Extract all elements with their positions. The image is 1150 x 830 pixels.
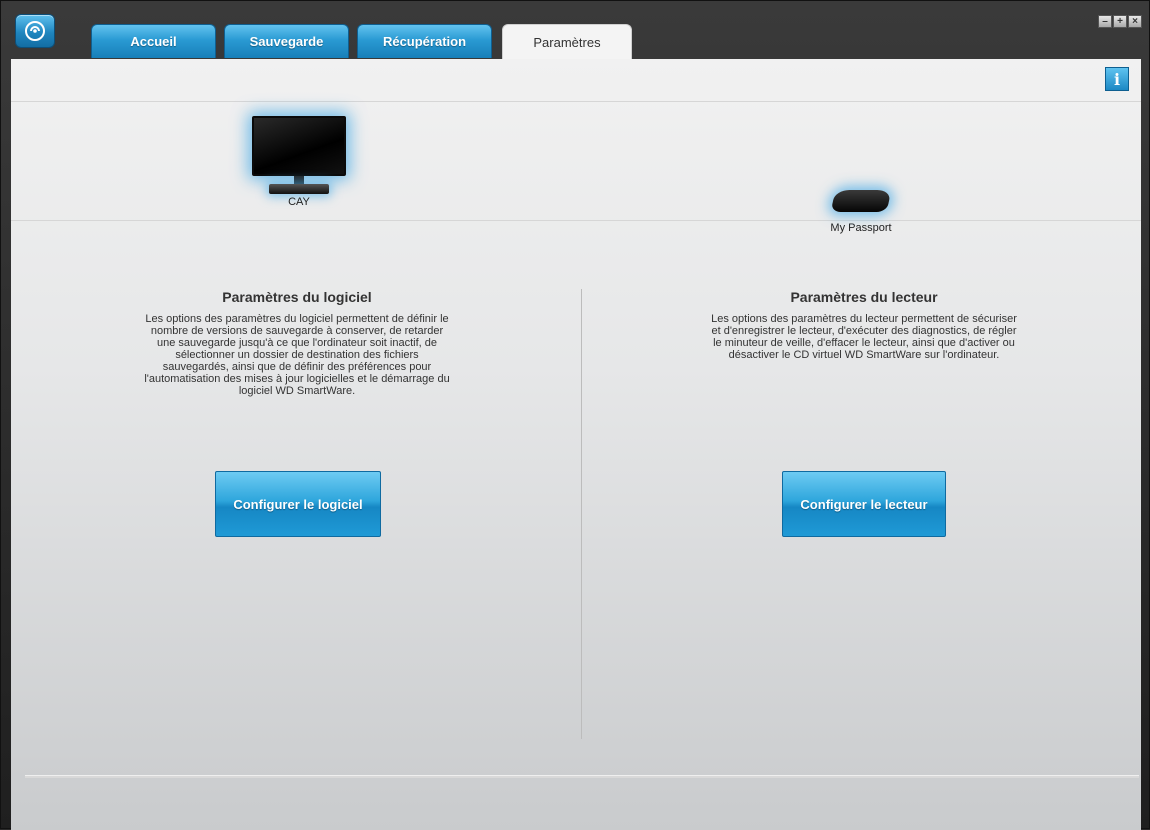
drive-settings-description: Les options des paramètres du lecteur pe… bbox=[711, 313, 1017, 361]
close-icon[interactable]: × bbox=[1128, 15, 1142, 28]
hard-drive-icon bbox=[830, 190, 892, 212]
footer-divider bbox=[25, 775, 1139, 778]
software-settings-panel: Paramètres du logiciel Les options des p… bbox=[97, 289, 497, 397]
window-controls: – + × bbox=[1098, 15, 1142, 28]
settings-page: i CAY My Passport Paramètres du logiciel… bbox=[11, 59, 1141, 830]
tab-sauvegarde[interactable]: Sauvegarde bbox=[224, 24, 349, 58]
computer-label: CAY bbox=[288, 196, 310, 208]
drive-device[interactable]: My Passport bbox=[801, 190, 921, 234]
drive-settings-title: Paramètres du lecteur bbox=[790, 289, 938, 305]
device-strip: CAY My Passport bbox=[11, 101, 1141, 234]
maximize-icon[interactable]: + bbox=[1113, 15, 1127, 28]
tab-recuperation[interactable]: Récupération bbox=[357, 24, 492, 58]
configure-software-button[interactable]: Configurer le logiciel bbox=[215, 471, 381, 537]
software-settings-description: Les options des paramètres du logiciel p… bbox=[144, 313, 450, 397]
monitor-icon bbox=[239, 116, 359, 194]
configure-drive-button[interactable]: Configurer le lecteur bbox=[782, 471, 946, 537]
tab-parametres[interactable]: Paramètres bbox=[502, 24, 632, 60]
info-icon[interactable]: i bbox=[1105, 67, 1129, 91]
app-window: Accueil Sauvegarde Récupération Paramètr… bbox=[0, 0, 1150, 830]
computer-device[interactable]: CAY bbox=[239, 116, 359, 208]
drive-label: My Passport bbox=[830, 222, 892, 234]
drive-settings-panel: Paramètres du lecteur Les options des pa… bbox=[664, 289, 1064, 361]
software-settings-title: Paramètres du logiciel bbox=[222, 289, 372, 305]
wd-smartware-logo-icon[interactable] bbox=[15, 14, 55, 48]
logo-glyph-icon bbox=[25, 21, 45, 41]
tab-accueil[interactable]: Accueil bbox=[91, 24, 216, 58]
panel-divider bbox=[581, 289, 582, 739]
minimize-icon[interactable]: – bbox=[1098, 15, 1112, 28]
